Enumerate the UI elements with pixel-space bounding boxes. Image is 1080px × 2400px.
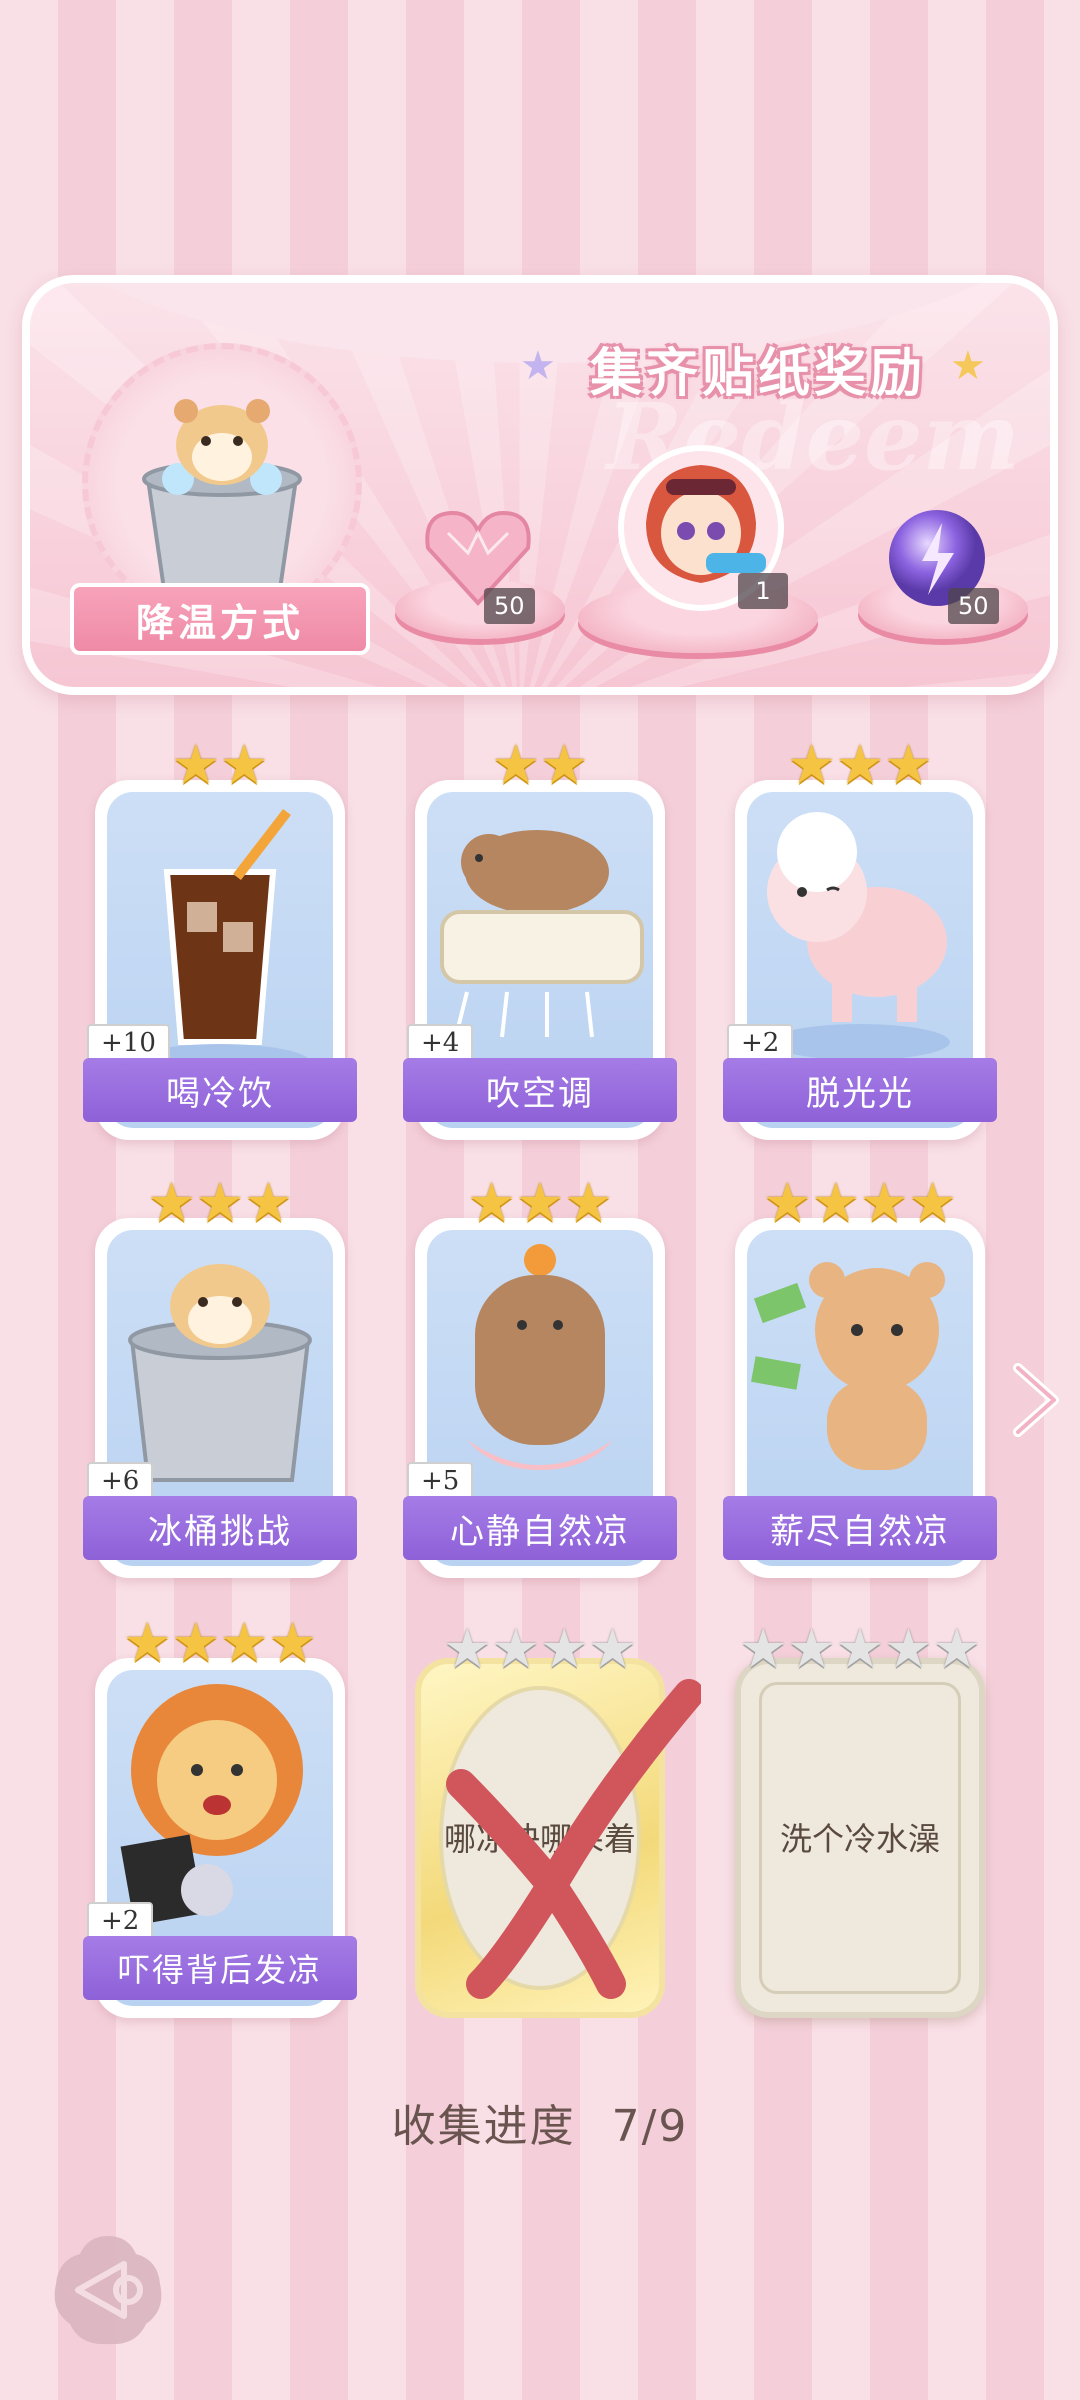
feature-label: 降温方式 [70, 583, 370, 655]
cross-mark-icon [446, 1679, 701, 1999]
star-rating: ★ ★ ★ ★ [443, 1617, 637, 1680]
locked-sticker-card[interactable]: ★ ★ ★ ★ ★ 洗个冷水澡 [735, 1622, 985, 2018]
card-name: 吓得背后发凉 [83, 1936, 357, 2000]
card-name: 喝冷饮 [83, 1058, 357, 1122]
sticker-card[interactable]: ★ ★ ★ ★ +2 吓得背后发凉 [83, 1616, 357, 2018]
sticker-card[interactable]: ★ ★ ★ +6 冰桶挑战 [83, 1176, 357, 1578]
sticker-card[interactable]: ★ ★ +4 吹空调 [403, 738, 677, 1140]
locked-sticker-card[interactable]: ★ ★ ★ ★ 哪凉快哪呆着 [415, 1622, 701, 2018]
card-name: 洗个冷水澡 [779, 1820, 940, 1858]
sticker-card[interactable]: ★ ★ +10 喝冷饮 [83, 738, 357, 1140]
star-decor-icon: ★ [520, 343, 556, 389]
card-bonus: +2 [727, 1024, 794, 1062]
star-rating: ★ ★ ★ ★ ★ [738, 1617, 982, 1680]
reward-count: 50 [948, 588, 999, 624]
card-name: 脱光光 [723, 1058, 997, 1122]
card-name: 吹空调 [403, 1058, 677, 1122]
banner-title: 集齐贴纸奖励 [590, 344, 927, 404]
star-rating: ★ ★ ★ ★ [763, 1171, 957, 1234]
sticker-card[interactable]: ★ ★ ★ ★ 薪尽自然凉 [723, 1176, 997, 1578]
sticker-card[interactable]: ★ ★ ★ +2 脱光光 [723, 738, 997, 1140]
card-name: 冰桶挑战 [83, 1496, 357, 1560]
back-button[interactable] [48, 2230, 168, 2350]
reward-count: 50 [484, 588, 535, 624]
card-bonus: +4 [407, 1024, 474, 1062]
feature-icon-circle [82, 343, 362, 623]
card-name: 薪尽自然凉 [723, 1496, 997, 1560]
star-rating: ★ ★ ★ [467, 1171, 613, 1234]
reward-banner: Redeem ★ ★ 集齐贴纸奖励 降温方式 50 1 50 [22, 275, 1058, 695]
star-decor-icon: ★ [950, 343, 986, 389]
hamster-bucket-icon [142, 399, 302, 591]
card-bonus: +2 [87, 1902, 154, 1940]
reward-count: 1 [738, 573, 788, 609]
progress-label: 收集进度 [391, 2101, 576, 2152]
card-bonus: +10 [87, 1024, 170, 1062]
sticker-card[interactable]: ★ ★ ★ +5 心静自然凉 [403, 1176, 677, 1578]
chevron-right-icon[interactable] [1006, 1360, 1066, 1440]
card-name: 心静自然凉 [403, 1496, 677, 1560]
star-rating: ★ ★ [491, 733, 589, 796]
star-rating: ★ ★ ★ ★ [123, 1611, 317, 1674]
progress-value: 7/9 [611, 2101, 689, 2152]
star-rating: ★ ★ ★ [147, 1171, 293, 1234]
card-bonus: +5 [407, 1462, 474, 1500]
star-rating: ★ ★ [171, 733, 269, 796]
card-bonus: +6 [87, 1462, 154, 1500]
collection-progress: 收集进度 7/9 [0, 2090, 1080, 2154]
star-rating: ★ ★ ★ [787, 733, 933, 796]
